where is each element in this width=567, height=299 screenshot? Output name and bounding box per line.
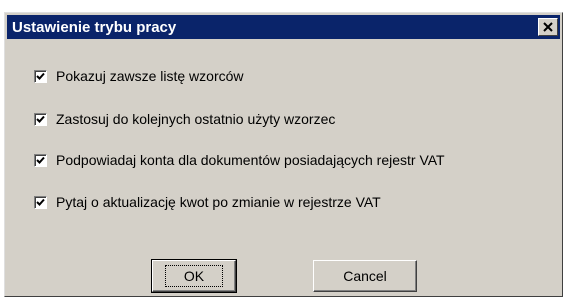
cancel-button[interactable]: Cancel [313,260,417,292]
dialog-window: Ustawienie trybu pracy Pokazuj zawsze li… [4,12,563,297]
dialog-title: Ustawienie trybu pracy [12,18,177,36]
option-show-template-list[interactable]: Pokazuj zawsze listę wzorców [34,66,244,86]
checkbox-show-template-list[interactable] [34,69,47,83]
checkmark-icon [36,115,45,123]
option-label: Zastosuj do kolejnych ostatnio użyty wzo… [56,111,336,127]
option-label: Pokazuj zawsze listę wzorców [56,68,244,84]
ok-button-label: OK [164,265,224,287]
checkbox-suggest-accounts[interactable] [34,153,47,167]
checkbox-apply-last-template[interactable] [34,112,47,126]
option-ask-update-amounts[interactable]: Pytaj o aktualizację kwot po zmianie w r… [34,192,381,212]
checkbox-ask-update-amounts[interactable] [34,195,47,209]
checkmark-icon [36,72,45,80]
option-suggest-accounts[interactable]: Podpowiadaj konta dla dokumentów posiada… [34,150,445,170]
title-bar[interactable]: Ustawienie trybu pracy [7,15,560,39]
checkmark-icon [36,198,45,206]
close-button[interactable] [538,18,558,36]
ok-button[interactable]: OK [151,259,237,293]
option-apply-last-template[interactable]: Zastosuj do kolejnych ostatnio użyty wzo… [34,109,335,129]
option-label: Pytaj o aktualizację kwot po zmianie w r… [56,194,381,210]
option-label: Podpowiadaj konta dla dokumentów posiada… [56,152,445,168]
checkmark-icon [36,156,45,164]
cancel-button-label: Cancel [343,268,387,284]
